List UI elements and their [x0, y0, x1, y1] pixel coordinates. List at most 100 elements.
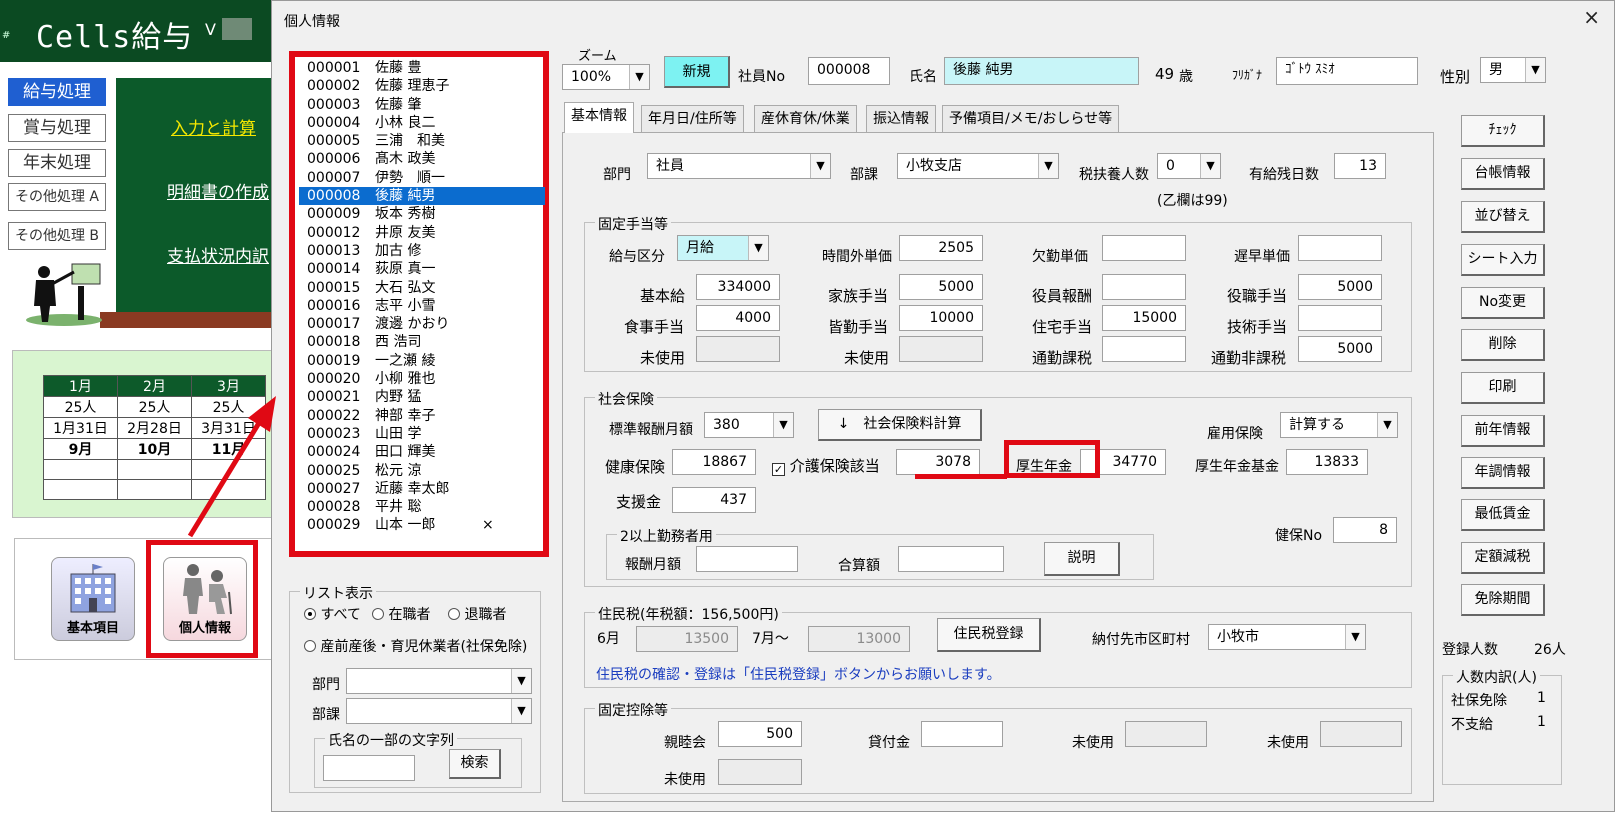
commute-nontax-field[interactable]: 5000 [1298, 336, 1382, 362]
employee-list-item[interactable]: 000023 山田 学 [299, 425, 545, 443]
housing-allowance-field[interactable]: 15000 [1102, 305, 1186, 331]
paid-leave-field[interactable]: 13 [1334, 153, 1386, 179]
tab-basic[interactable]: 基本情報 [564, 102, 634, 133]
position-allowance-field[interactable]: 5000 [1298, 274, 1382, 300]
employee-list-item[interactable]: 000001 佐藤 豊 [299, 59, 545, 77]
loan-field[interactable] [921, 721, 1003, 747]
employee-list-item[interactable]: 000015 大石 弘文 [299, 279, 545, 297]
menu-other-a[interactable]: その他処理 A [8, 183, 106, 211]
side-button-4[interactable]: No変更 [1461, 287, 1545, 319]
remuneration-field[interactable] [696, 546, 798, 572]
list-dept-select[interactable]: ▼ [346, 668, 532, 694]
gender-select[interactable]: 男 ▼ [1480, 57, 1546, 83]
basic-items-tile[interactable]: 基本項目 [51, 557, 135, 641]
employee-no-field[interactable]: 000008 [808, 57, 890, 85]
kenpo-no-field[interactable]: 8 [1333, 517, 1397, 543]
social-club-field[interactable]: 500 [718, 721, 802, 747]
employee-list-item[interactable]: 000016 志平 小雪 [299, 297, 545, 315]
employee-list-item[interactable]: 000013 加古 修 [299, 242, 545, 260]
employee-list-item[interactable]: 000006 髙木 政美 [299, 150, 545, 168]
technical-allowance-field[interactable] [1298, 305, 1382, 331]
attendance-allowance-field[interactable]: 10000 [899, 305, 983, 331]
side-button-11[interactable]: 免除期間 [1461, 584, 1545, 616]
side-button-9[interactable]: 最低賃金 [1461, 499, 1545, 531]
side-button-6[interactable]: 印刷 [1461, 372, 1545, 404]
employee-list-item[interactable]: 000020 小柳 雅也 [299, 370, 545, 388]
care-insurance-check[interactable]: ✓ 介護保険該当 [772, 455, 880, 476]
employee-list-item[interactable]: 000028 平井 聡 [299, 498, 545, 516]
employee-list-item[interactable]: 000012 井原 友美 [299, 224, 545, 242]
employee-list-item[interactable]: 000017 渡邊 かおり [299, 315, 545, 333]
name-search-input[interactable] [323, 755, 415, 781]
side-button-7[interactable]: 前年情報 [1461, 415, 1545, 447]
family-allowance-field[interactable]: 5000 [899, 274, 983, 300]
radio-retired[interactable]: 退職者 [448, 604, 506, 624]
employment-insurance-select[interactable]: 計算する ▼ [1280, 412, 1398, 438]
furigana-field[interactable]: ｺﾞﾄｳ ｽﾐｵ [1276, 57, 1418, 85]
employee-list-item[interactable]: 000022 神部 幸子 [299, 407, 545, 425]
employee-list-item[interactable]: 000003 佐藤 肇 [299, 96, 545, 114]
employee-list-item[interactable]: 000014 荻原 真一 [299, 260, 545, 278]
explain-button[interactable]: 説明 [1044, 542, 1120, 576]
menu-yearend[interactable]: 年末処理 [8, 149, 106, 177]
link-statement[interactable]: 明細書の作成 [167, 178, 269, 203]
base-pay-field[interactable]: 334000 [696, 274, 780, 300]
care-insurance-field[interactable]: 3078 [896, 449, 980, 475]
total-field[interactable] [898, 546, 1004, 572]
side-button-5[interactable]: 削除 [1461, 329, 1545, 361]
resident-tax-register-button[interactable]: 住民税登録 [937, 618, 1041, 652]
support-field[interactable]: 437 [672, 487, 756, 513]
calc-insurance-button[interactable]: ↓ 社会保険料計算 [818, 409, 982, 441]
tab-leave[interactable]: 産休育休/休業 [754, 105, 857, 132]
name-field[interactable]: 後藤 純男 [944, 57, 1139, 85]
radio-all[interactable]: すべて [304, 604, 361, 624]
side-button-3[interactable]: シート入力 [1461, 244, 1545, 276]
side-button-8[interactable]: 年調情報 [1461, 457, 1545, 489]
employee-list-item[interactable]: 000021 内野 猛 [299, 388, 545, 406]
side-button-1[interactable]: 台帳情報 [1461, 158, 1545, 190]
overtime-rate-field[interactable]: 2505 [899, 235, 983, 261]
employee-list-item[interactable]: 000007 伊勢 順一 [299, 169, 545, 187]
dependents-select[interactable]: 0 ▼ [1157, 153, 1221, 179]
employee-list-item[interactable]: 000025 松元 涼 [299, 462, 545, 480]
menu-payroll[interactable]: 給与処理 [8, 78, 106, 106]
menu-other-b[interactable]: その他処理 B [8, 222, 106, 250]
search-button[interactable]: 検索 [449, 749, 501, 779]
pay-type-select[interactable]: 月給 ▼ [677, 235, 769, 261]
city-select[interactable]: 小牧市 ▼ [1208, 624, 1366, 650]
menu-bonus[interactable]: 賞与処理 [8, 114, 106, 142]
tab-transfer[interactable]: 振込情報 [866, 105, 936, 132]
employee-list-item[interactable]: 000005 三浦 和美 [299, 132, 545, 150]
close-icon[interactable]: × [1583, 5, 1600, 29]
side-button-2[interactable]: 並び替え [1461, 201, 1545, 233]
employee-list-item[interactable]: 000002 佐藤 理恵子 [299, 77, 545, 95]
std-monthly-select[interactable]: 380 ▼ [704, 412, 794, 438]
zoom-select[interactable]: 100% ▼ [562, 64, 650, 90]
commute-tax-field[interactable] [1102, 336, 1186, 362]
employee-list-item[interactable]: 000004 小林 良二 [299, 114, 545, 132]
meal-allowance-field[interactable]: 4000 [696, 305, 780, 331]
link-input-calc[interactable]: 入力と計算 [171, 114, 256, 139]
late-rate-field[interactable] [1298, 235, 1382, 261]
employee-list-item[interactable]: 000009 坂本 秀樹 [299, 205, 545, 223]
radio-active[interactable]: 在職者 [372, 604, 430, 624]
list-section-select[interactable]: ▼ [346, 698, 532, 724]
employee-list-item[interactable]: 000024 田口 輝美 [299, 443, 545, 461]
employee-list-item[interactable]: 000018 西 浩司 [299, 333, 545, 351]
absence-rate-field[interactable] [1102, 235, 1186, 261]
officer-pay-field[interactable] [1102, 274, 1186, 300]
dept-select[interactable]: 社員 ▼ [647, 153, 831, 179]
employee-list-item[interactable]: 000008 後藤 純男 [299, 187, 545, 206]
section-select[interactable]: 小牧支店 ▼ [897, 153, 1059, 179]
tab-memo[interactable]: 予備項目/メモ/おしらせ等 [942, 105, 1120, 132]
side-button-10[interactable]: 定額減税 [1461, 542, 1545, 574]
pension-fund-field[interactable]: 13833 [1286, 449, 1368, 475]
side-button-0[interactable]: ﾁｪｯｸ [1461, 115, 1545, 147]
link-payment-breakdown[interactable]: 支払状況内訳 [167, 242, 269, 267]
employee-list-item[interactable]: 000019 一之瀬 綾 [299, 352, 545, 370]
health-insurance-field[interactable]: 18867 [672, 449, 756, 475]
employee-list-item[interactable]: 000029 山本 一郎 × [299, 516, 545, 534]
employee-list[interactable]: 000001 佐藤 豊 000002 佐藤 理恵子 000003 佐藤 肇 000004 小林… [299, 59, 545, 535]
radio-leave[interactable]: 産前産後・育児休業者(社保免除) [304, 636, 527, 656]
employee-list-item[interactable]: 000027 近藤 幸太郎 [299, 480, 545, 498]
